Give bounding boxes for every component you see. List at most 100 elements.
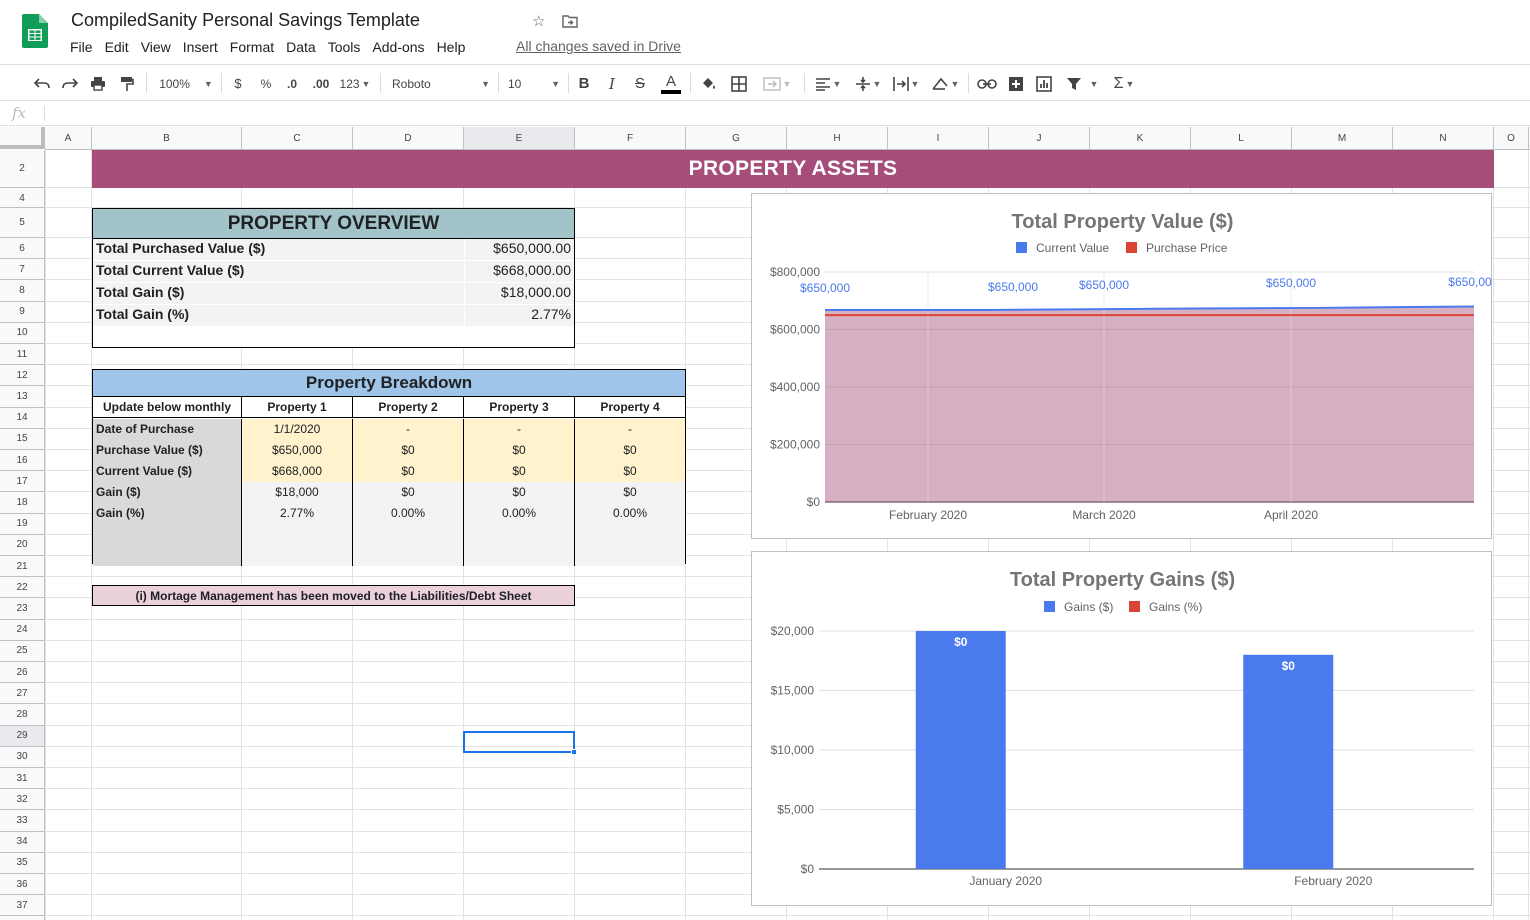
column-header-g[interactable]: G — [686, 127, 787, 149]
overview-value[interactable]: $668,000.00 — [493, 262, 571, 278]
row-header-2[interactable]: 2 — [0, 150, 44, 188]
formula-bar[interactable]: fx — [0, 101, 1530, 126]
row-header-18[interactable]: 18 — [0, 492, 44, 514]
zoom-select[interactable]: 100% ▼ — [156, 65, 216, 102]
overview-value[interactable]: $18,000.00 — [501, 284, 571, 300]
document-title[interactable]: CompiledSanity Personal Savings Template — [71, 10, 420, 31]
row-header-37[interactable]: 37 — [0, 895, 44, 917]
menu-addons[interactable]: Add-ons — [366, 36, 430, 58]
row-header-4[interactable]: 4 — [0, 189, 44, 208]
breakdown-row-label[interactable]: Purchase Value ($) — [93, 440, 242, 461]
overview-value[interactable]: $650,000.00 — [493, 240, 571, 256]
overview-label[interactable]: Total Purchased Value ($) — [96, 240, 265, 256]
breakdown-cell[interactable]: $0 — [353, 461, 464, 482]
row-header-14[interactable]: 14 — [0, 408, 44, 429]
overview-label[interactable]: Total Gain (%) — [96, 306, 189, 322]
breakdown-cell[interactable]: 0.00% — [575, 503, 685, 524]
row-header-6[interactable]: 6 — [0, 238, 44, 260]
column-header-i[interactable]: I — [888, 127, 989, 149]
row-header-24[interactable]: 24 — [0, 620, 44, 641]
text-wrap-icon[interactable]: ▼ — [890, 65, 922, 102]
column-header-h[interactable]: H — [787, 127, 888, 149]
column-header-l[interactable]: L — [1191, 127, 1292, 149]
row-header-10[interactable]: 10 — [0, 323, 44, 344]
breakdown-cell[interactable] — [353, 545, 464, 566]
insert-comment-icon[interactable] — [1006, 65, 1026, 102]
breakdown-cell[interactable] — [464, 524, 575, 545]
row-header-29[interactable]: 29 — [0, 725, 44, 747]
row-header-26[interactable]: 26 — [0, 662, 44, 684]
redo-icon[interactable] — [60, 65, 80, 102]
overview-label[interactable]: Total Current Value ($) — [96, 262, 244, 278]
overview-value[interactable]: 2.77% — [531, 306, 571, 322]
folder-move-icon[interactable] — [562, 14, 578, 28]
menu-help[interactable]: Help — [431, 36, 472, 58]
overview-title[interactable]: PROPERTY OVERVIEW — [93, 209, 574, 239]
breakdown-row-label[interactable] — [93, 524, 242, 545]
menu-insert[interactable]: Insert — [177, 36, 224, 58]
property-assets-banner[interactable]: PROPERTY ASSETS — [92, 150, 1494, 188]
row-header-35[interactable]: 35 — [0, 853, 44, 874]
row-header-7[interactable]: 7 — [0, 259, 44, 281]
increase-decimal-button[interactable]: .00 — [309, 65, 333, 102]
breakdown-cell[interactable]: $0 — [464, 461, 575, 482]
breakdown-row-label[interactable]: Current Value ($) — [93, 461, 242, 482]
row-header-11[interactable]: 11 — [0, 344, 44, 366]
sheets-logo-icon[interactable] — [22, 14, 48, 48]
font-family-select[interactable]: Roboto ▼ — [392, 65, 490, 102]
breakdown-row-label[interactable] — [93, 545, 242, 566]
breakdown-cell[interactable] — [464, 545, 575, 566]
strikethrough-button[interactable]: S — [632, 65, 648, 102]
fill-color-icon[interactable] — [699, 65, 719, 102]
bold-button[interactable]: B — [576, 65, 592, 102]
breakdown-header[interactable]: Property 1 — [242, 397, 353, 418]
insert-link-icon[interactable] — [976, 65, 998, 102]
functions-icon[interactable]: Σ ▼ — [1108, 65, 1140, 102]
property-value-chart[interactable]: Total Property Value ($) Current Value Pur… — [751, 193, 1492, 539]
row-header-17[interactable]: 17 — [0, 471, 44, 493]
column-header-o[interactable]: O — [1494, 127, 1529, 149]
row-header-33[interactable]: 33 — [0, 810, 44, 832]
menu-file[interactable]: File — [64, 36, 99, 58]
mortgage-note[interactable]: (i) Mortage Management has been moved to… — [92, 585, 575, 606]
row-header-12[interactable]: 12 — [0, 365, 44, 387]
row-header-34[interactable]: 34 — [0, 832, 44, 853]
column-header-m[interactable]: M — [1292, 127, 1393, 149]
row-header-21[interactable]: 21 — [0, 556, 44, 578]
breakdown-cell[interactable] — [242, 524, 353, 545]
column-header-a[interactable]: A — [45, 127, 92, 149]
breakdown-cell[interactable]: - — [353, 419, 464, 440]
overview-label[interactable]: Total Gain ($) — [96, 284, 184, 300]
menu-format[interactable]: Format — [224, 36, 280, 58]
save-status-link[interactable]: All changes saved in Drive — [516, 38, 681, 54]
fill-handle[interactable] — [571, 749, 577, 755]
breakdown-cell[interactable]: $668,000 — [242, 461, 353, 482]
selected-cell[interactable] — [463, 731, 575, 753]
insert-chart-icon[interactable] — [1034, 65, 1054, 102]
column-header-d[interactable]: D — [353, 127, 464, 149]
breakdown-cell[interactable]: $0 — [575, 461, 685, 482]
row-header-20[interactable]: 20 — [0, 535, 44, 556]
row-header-23[interactable]: 23 — [0, 598, 44, 620]
breakdown-cell[interactable]: $0 — [464, 440, 575, 461]
breakdown-header[interactable]: Property 3 — [464, 397, 575, 418]
row-header-15[interactable]: 15 — [0, 429, 44, 450]
column-header-e[interactable]: E — [464, 127, 575, 149]
column-header-j[interactable]: J — [989, 127, 1090, 149]
row-header-32[interactable]: 32 — [0, 789, 44, 811]
text-rotation-icon[interactable]: ▼ — [928, 65, 962, 102]
breakdown-cell[interactable]: 1/1/2020 — [242, 419, 353, 440]
breakdown-title[interactable]: Property Breakdown — [93, 370, 685, 397]
row-header-31[interactable]: 31 — [0, 768, 44, 790]
percent-format-button[interactable]: % — [258, 65, 274, 102]
vertical-align-icon[interactable]: ▼ — [852, 65, 884, 102]
filter-icon[interactable]: ▼ — [1062, 65, 1102, 102]
row-header-16[interactable]: 16 — [0, 450, 44, 472]
menu-data[interactable]: Data — [280, 36, 322, 58]
column-header-b[interactable]: B — [92, 127, 242, 149]
column-header-f[interactable]: F — [575, 127, 686, 149]
star-icon[interactable]: ☆ — [532, 12, 545, 30]
breakdown-cell[interactable]: $18,000 — [242, 482, 353, 503]
row-header-30[interactable]: 30 — [0, 747, 44, 768]
breakdown-row-label[interactable]: Date of Purchase — [93, 419, 242, 440]
